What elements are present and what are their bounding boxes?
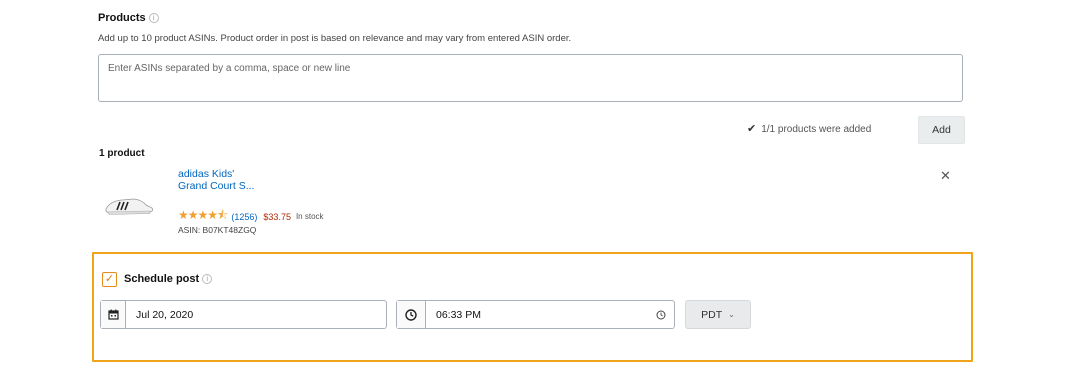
timezone-dropdown[interactable]: PDT ⌄ (685, 300, 751, 329)
added-status-text: 1/1 products were added (761, 124, 872, 135)
close-icon[interactable]: ✕ (940, 168, 951, 184)
calendar-icon[interactable] (101, 301, 126, 328)
products-heading: Products i (98, 12, 159, 24)
review-count[interactable]: (1256) (231, 212, 257, 222)
product-rating-row: ★★★★⯪ (1256) $33.75 In stock (178, 206, 324, 227)
time-value: 06:33 PM (436, 308, 481, 321)
clock-icon[interactable] (648, 301, 674, 328)
time-picker[interactable]: 06:33 PM (396, 300, 675, 329)
product-thumbnail (105, 198, 154, 215)
products-title: Products (98, 12, 146, 24)
product-name-line2: Grand Court S... (178, 180, 255, 192)
info-icon[interactable]: i (148, 13, 159, 24)
info-icon[interactable]: i (202, 274, 213, 285)
product-name-link[interactable]: adidas Kids' Grand Court S... (178, 168, 254, 192)
product-name-line1: adidas Kids' (178, 168, 235, 180)
schedule-checkbox[interactable]: ✓ (102, 272, 117, 287)
date-picker[interactable]: Jul 20, 2020 (100, 300, 387, 329)
schedule-label: Schedule post (124, 273, 200, 285)
stock-status: In stock (295, 212, 324, 221)
product-asin: ASIN: B07KT48ZGQ (178, 225, 257, 235)
schedule-heading: Schedule post i (124, 273, 213, 285)
checkmark-icon: ✔ (747, 123, 757, 135)
chevron-down-icon: ⌄ (728, 310, 735, 319)
checkmark-icon: ✓ (104, 273, 115, 285)
timezone-value: PDT (701, 308, 723, 321)
products-description: Add up to 10 product ASINs. Product orde… (98, 33, 572, 44)
add-button[interactable]: Add (918, 116, 965, 144)
product-price: $33.75 (263, 211, 291, 222)
asin-input[interactable] (98, 54, 963, 102)
date-value: Jul 20, 2020 (136, 308, 194, 321)
product-count: 1 product (99, 148, 145, 159)
clock-icon[interactable] (397, 301, 426, 328)
star-rating-icon: ★★★★⯪ (178, 208, 228, 222)
added-status: ✔ 1/1 products were added (747, 122, 871, 135)
